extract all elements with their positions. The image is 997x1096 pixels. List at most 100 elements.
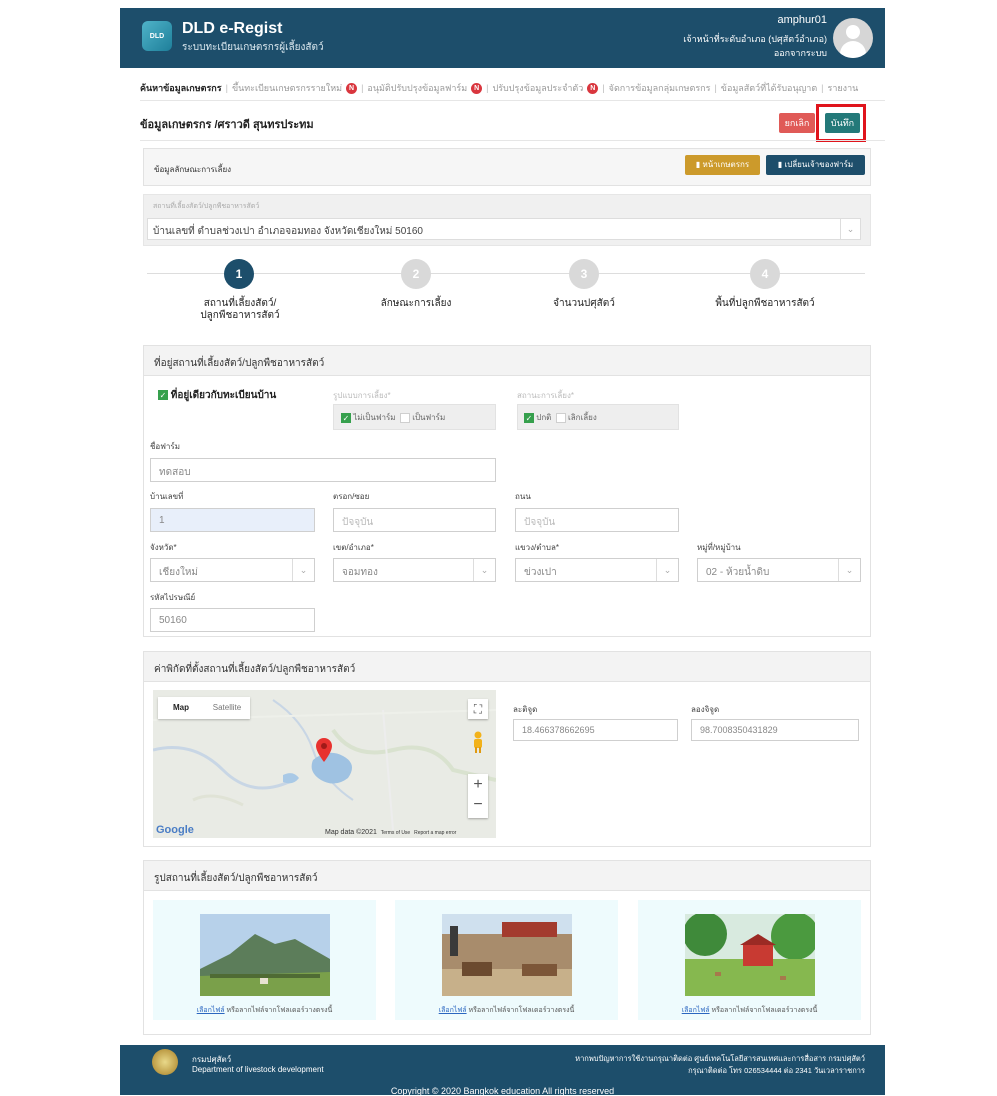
- province-select[interactable]: เชียงใหม่ ⌄: [150, 558, 315, 582]
- drop-hint: หรือลากไฟล์จากโฟลเดอร์วางตรงนี้: [226, 1007, 333, 1014]
- step-3-circle[interactable]: 3: [569, 259, 599, 289]
- footer-contact-line1: หากพบปัญหาการใช้งานกรุณาติดต่อ ศูนย์เทคโ…: [575, 1054, 865, 1063]
- nav-item-new-farmer[interactable]: ขึ้นทะเบียนเกษตรกรรายใหม่: [232, 81, 342, 95]
- status-options: ✓ ปกติ เลิกเลี้ยง: [524, 411, 597, 424]
- photo-caption-3: เลือกไฟล์ หรือลากไฟล์จากโฟลเดอร์วางตรงนี…: [638, 1005, 861, 1016]
- divider: [140, 140, 885, 141]
- photo-caption-1: เลือกไฟล์ หรือลากไฟล์จากโฟลเดอร์วางตรงนี…: [153, 1005, 376, 1016]
- step-4-circle[interactable]: 4: [750, 259, 780, 289]
- map-type-toggle: Map Satellite: [158, 697, 250, 719]
- raising-info-title: ข้อมูลลักษณะการเลี้ยง: [154, 165, 232, 174]
- longitude-label: ลองจิจูด: [691, 705, 720, 714]
- village-value: 02 - ห้วยน้ำดิบ: [706, 567, 770, 578]
- step-1-label: สถานที่เลี้ยงสัตว์/ ปลูกพืชอาหารสัตว์: [200, 298, 280, 321]
- step-2-circle[interactable]: 2: [401, 259, 431, 289]
- satellite-tab[interactable]: Satellite: [204, 697, 250, 719]
- map-tab[interactable]: Map: [158, 697, 204, 719]
- new-badge: N: [471, 82, 483, 94]
- cancel-button[interactable]: ยกเลิก: [779, 113, 815, 133]
- nav-separator: |: [486, 83, 489, 93]
- step-2-label: ลักษณะการเลี้ยง: [380, 298, 452, 309]
- drop-hint: หรือลากไฟล์จากโฟลเดอร์วางตรงนี้: [468, 1007, 575, 1014]
- step-1-circle[interactable]: 1: [224, 259, 254, 289]
- farm-name-input[interactable]: ทดสอบ: [150, 458, 496, 482]
- checkbox-icon[interactable]: [400, 412, 410, 423]
- choose-file-link[interactable]: เลือกไฟล์: [197, 1007, 225, 1014]
- checkbox-checked-icon[interactable]: ✓: [341, 412, 351, 423]
- main-nav: ค้นหาข้อมูลเกษตรกร | ขึ้นทะเบียนเกษตรกรร…: [140, 80, 885, 96]
- location-select[interactable]: บ้านเลขที่ ตำบลช่วงเปา อำเภอจอมทอง จังหว…: [147, 218, 861, 240]
- logout-link[interactable]: ออกจากระบบ: [774, 46, 827, 60]
- checkbox-checked-icon[interactable]: ✓: [524, 412, 534, 423]
- map-data-text: Map data ©2021: [325, 829, 377, 836]
- save-button[interactable]: บันทึก: [825, 113, 860, 133]
- longitude-input[interactable]: 98.7008350431829: [691, 719, 859, 741]
- photo-caption-2: เลือกไฟล์ หรือลากไฟล์จากโฟลเดอร์วางตรงนี…: [395, 1005, 618, 1016]
- choose-file-link[interactable]: เลือกไฟล์: [682, 1007, 710, 1014]
- app-header: DLD DLD e-Regist ระบบทะเบียนเกษตรกรผู้เล…: [120, 8, 885, 68]
- choose-file-link[interactable]: เลือกไฟล์: [439, 1007, 467, 1014]
- chevron-down-icon[interactable]: ⌄: [838, 559, 860, 581]
- report-map-error-link[interactable]: Report a map error: [414, 830, 456, 836]
- map-attribution: Map data ©2021 Terms of Use Report a map…: [325, 829, 456, 836]
- subdistrict-label: แขวง/ตำบล*: [515, 543, 560, 552]
- postcode-input[interactable]: 50160: [150, 608, 315, 632]
- province-label: จังหวัด*: [150, 543, 177, 552]
- nav-separator: |: [602, 83, 605, 93]
- app-title: DLD e-Regist: [182, 20, 283, 37]
- checkbox-checked-icon[interactable]: ✓: [158, 390, 168, 401]
- chevron-down-icon[interactable]: ⌄: [656, 559, 678, 581]
- fullscreen-icon[interactable]: ⛶: [468, 699, 488, 719]
- change-owner-button[interactable]: ▮ เปลี่ยนเจ้าของฟาร์ม: [766, 155, 865, 175]
- zoom-control: + −: [468, 774, 488, 818]
- app-logo[interactable]: DLD: [142, 21, 172, 51]
- house-no-input[interactable]: 1: [150, 508, 315, 532]
- chevron-down-icon[interactable]: ⌄: [473, 559, 495, 581]
- nav-item-update-profile[interactable]: ปรับปรุงข้อมูลประจำตัว: [493, 81, 584, 95]
- user-icon-body: [840, 41, 866, 58]
- status-opt1: ปกติ: [536, 413, 552, 422]
- zoom-out-icon[interactable]: −: [468, 796, 488, 818]
- farm-type-label: รูปแบบการเลี้ยง*: [333, 391, 391, 400]
- road-input[interactable]: ปัจจุบัน: [515, 508, 679, 532]
- alley-input[interactable]: ปัจจุบัน: [333, 508, 496, 532]
- location-label: สถานที่เลี้ยงสัตว์/ปลูกพืชอาหารสัตว์: [153, 203, 260, 210]
- farm-type-opt1: ไม่เป็นฟาร์ม: [353, 413, 396, 422]
- latitude-label: ละติจูด: [513, 705, 538, 714]
- nav-item-farmer-groups[interactable]: จัดการข้อมูลกลุ่มเกษตรกร: [609, 81, 711, 95]
- chevron-down-icon[interactable]: ⌄: [292, 559, 314, 581]
- chevron-down-icon[interactable]: ⌄: [840, 219, 860, 239]
- road-label: ถนน: [515, 492, 531, 501]
- province-value: เชียงใหม่: [159, 567, 199, 578]
- checkbox-icon[interactable]: [555, 412, 566, 423]
- avatar[interactable]: [833, 18, 873, 58]
- subdistrict-select[interactable]: ข่วงเปา ⌄: [515, 558, 679, 582]
- same-as-house-checkbox[interactable]: ✓ ที่อยู่เดียวกับทะเบียนบ้าน: [158, 388, 276, 403]
- farmer-page-button[interactable]: ▮ หน้าเกษตรกร: [685, 155, 760, 175]
- nav-separator: |: [361, 83, 364, 93]
- map-pin-icon[interactable]: [316, 738, 332, 762]
- farm-photo-1: [200, 914, 330, 996]
- status-label: สถานะการเลี้ยง*: [517, 391, 574, 400]
- village-select[interactable]: 02 - ห้วยน้ำดิบ ⌄: [697, 558, 861, 582]
- village-label: หมู่ที่/หมู่บ้าน: [697, 543, 741, 552]
- house-no-label: บ้านเลขที่: [150, 492, 184, 501]
- user-icon-head: [846, 25, 860, 39]
- nav-item-search-farmer[interactable]: ค้นหาข้อมูลเกษตรกร: [140, 81, 222, 95]
- pegman-icon[interactable]: [471, 731, 485, 753]
- nav-separator: |: [714, 83, 717, 93]
- new-badge: N: [346, 82, 358, 94]
- terms-link[interactable]: Terms of Use: [381, 830, 410, 836]
- zoom-in-icon[interactable]: +: [468, 774, 488, 796]
- district-select[interactable]: จอมทอง ⌄: [333, 558, 496, 582]
- farm-type-options: ✓ ไม่เป็นฟาร์ม เป็นฟาร์ม: [341, 411, 445, 424]
- district-value: จอมทอง: [342, 567, 378, 578]
- same-as-house-label: ที่อยู่เดียวกับทะเบียนบ้าน: [170, 390, 277, 401]
- address-section-title: ที่อยู่สถานที่เลี้ยงสัตว์/ปลูกพืชอาหารสั…: [144, 346, 870, 376]
- nav-item-reports[interactable]: รายงาน: [828, 81, 859, 95]
- nav-item-permitted-animals[interactable]: ข้อมูลสัตว์ที่ได้รับอนุญาต: [721, 81, 817, 95]
- latitude-input[interactable]: 18.466378662695: [513, 719, 678, 741]
- step-4-label: พื้นที่ปลูกพืชอาหารสัตว์: [715, 298, 815, 309]
- nav-item-approve-farm[interactable]: อนุมัติปรับปรุงข้อมูลฟาร์ม: [367, 81, 467, 95]
- drop-hint: หรือลากไฟล์จากโฟลเดอร์วางตรงนี้: [711, 1007, 818, 1014]
